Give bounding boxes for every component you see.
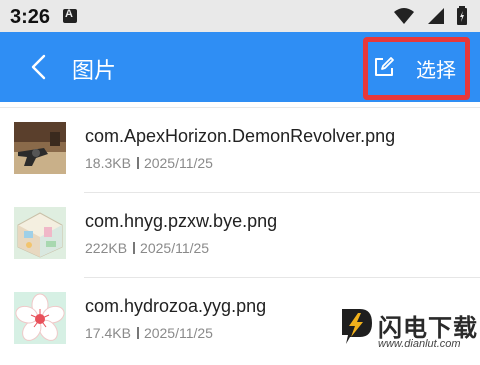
- room-thumbnail: [14, 207, 66, 259]
- page-title: 图片: [72, 58, 117, 83]
- meta-separator: [136, 157, 139, 169]
- chevron-left-icon[interactable]: [24, 52, 54, 82]
- watermark-url: www.dianlut.com: [378, 338, 461, 350]
- file-date: 2025/11/25: [143, 155, 213, 171]
- file-size: 17.4KB: [85, 325, 131, 341]
- meta-separator: [136, 327, 139, 339]
- file-meta: 222KB 2025/11/25: [85, 240, 209, 256]
- file-date: 2025/11/25: [140, 240, 210, 256]
- file-size: 222KB: [85, 240, 128, 256]
- watermark: 闪电下载 www.dianlut.com: [338, 307, 478, 357]
- status-bar: 3:26: [0, 0, 480, 32]
- notification-a-icon: [63, 8, 77, 23]
- wifi-icon: [394, 8, 415, 24]
- list-item[interactable]: com.hnyg.pzxw.bye.png 222KB 2025/11/25: [0, 193, 480, 278]
- flower-thumbnail: [14, 292, 66, 344]
- status-time: 3:26: [10, 6, 51, 28]
- list-item[interactable]: com.ApexHorizon.DemonRevolver.png 18.3KB…: [0, 108, 480, 193]
- file-name: com.ApexHorizon.DemonRevolver.png: [85, 126, 396, 146]
- file-date: 2025/11/25: [143, 325, 213, 341]
- meta-separator: [133, 242, 136, 254]
- file-name: com.hydrozoa.yyg.png: [85, 296, 267, 316]
- lightning-logo-icon: [342, 309, 372, 344]
- revolver-thumbnail: [14, 122, 66, 174]
- file-name: com.hnyg.pzxw.bye.png: [85, 211, 278, 231]
- select-highlight-box: [363, 37, 470, 100]
- battery-charging-icon: [457, 6, 467, 25]
- file-size: 18.3KB: [85, 155, 131, 171]
- file-meta: 18.3KB 2025/11/25: [85, 155, 213, 171]
- status-icons: [386, 6, 468, 26]
- signal-icon: [427, 8, 444, 24]
- file-meta: 17.4KB 2025/11/25: [85, 325, 213, 341]
